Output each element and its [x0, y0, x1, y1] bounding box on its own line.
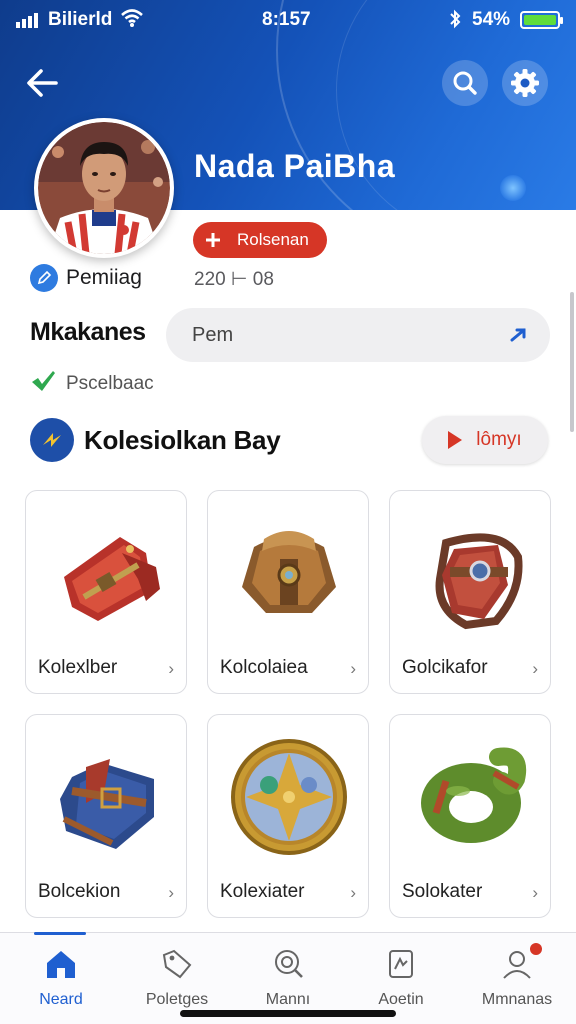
search-pill-input[interactable]: Pem	[166, 308, 550, 362]
clock: 8:157	[262, 9, 311, 30]
bluetooth-icon	[448, 9, 462, 35]
checkmark-icon	[30, 368, 56, 399]
header-glow	[500, 175, 526, 201]
nav-item-activity[interactable]: Aoetin	[346, 943, 456, 1009]
nav-item-profile[interactable]: Mmnanas	[462, 943, 572, 1009]
red-gauntlet-icon	[435, 533, 523, 630]
card-name: Solokater	[402, 881, 483, 902]
green-ring-icon	[421, 747, 527, 843]
search-icon	[453, 71, 477, 95]
collection-card[interactable]: Bolcekion ›	[25, 714, 187, 918]
wifi-icon	[120, 8, 144, 34]
avatar[interactable]	[34, 118, 174, 258]
collection-header: Kolesiolkan Bay	[30, 418, 281, 462]
plus-icon	[201, 228, 225, 252]
play-button[interactable]: lômyı	[422, 416, 548, 464]
chevron-right-icon: ›	[168, 659, 174, 678]
collection-card[interactable]: Kolcolaiea ›	[207, 490, 369, 694]
card-name: Kolexiater	[220, 881, 305, 902]
nav-item-tags[interactable]: Poletges	[122, 943, 232, 1009]
collection-card[interactable]: Kolexiater ›	[207, 714, 369, 918]
pill-input-value: Pem	[192, 323, 234, 346]
card-name: Kolcolaiea	[220, 657, 308, 678]
role-badge-label: Rolsenan	[237, 230, 309, 249]
chevron-right-icon: ›	[350, 883, 356, 902]
chevron-right-icon: ›	[168, 883, 174, 902]
blue-vest-icon	[60, 759, 154, 849]
card-name: Bolcekion	[38, 881, 121, 902]
settings-button[interactable]	[502, 60, 548, 106]
nav-label: Mannı	[265, 991, 311, 1008]
card-name: Kolexlber	[38, 657, 118, 678]
nav-label: Poletges	[145, 991, 209, 1008]
document-icon	[346, 943, 456, 985]
collection-card[interactable]: Kolexlber ›	[25, 490, 187, 694]
verified-label: Pemiiag	[66, 266, 142, 289]
nav-label: Neard	[39, 991, 83, 1008]
nav-label: Aoetin	[378, 991, 424, 1008]
nav-item-home[interactable]: Neard	[6, 943, 116, 1009]
tag-icon	[122, 943, 232, 985]
play-icon	[448, 431, 463, 449]
gear-icon	[511, 69, 539, 97]
status-check-label: Pscelbaac	[66, 372, 154, 394]
play-button-label: lômyı	[476, 429, 522, 450]
chevron-right-icon	[508, 324, 528, 350]
status-bar: Bilierld 8:157 54%	[0, 0, 576, 40]
battery-icon	[520, 11, 563, 29]
chevron-right-icon: ›	[532, 659, 538, 678]
notification-dot	[530, 943, 542, 955]
back-button[interactable]	[22, 62, 64, 104]
collection-card[interactable]: Solokater ›	[389, 714, 551, 918]
profile-name: Nada PaiBha	[194, 148, 396, 184]
edit-pencil-icon	[30, 264, 58, 292]
red-scarf-icon	[64, 537, 160, 621]
battery-percent: 54%	[472, 9, 511, 30]
battery-level	[524, 15, 557, 25]
collection-card[interactable]: Golcikafor ›	[389, 490, 551, 694]
signal-icon	[16, 12, 42, 34]
active-tab-indicator	[34, 932, 86, 935]
search-button[interactable]	[442, 60, 488, 106]
verified-row[interactable]: Pemiiag	[30, 264, 142, 292]
nav-item-search[interactable]: Mannı	[233, 943, 343, 1009]
nav-label: Mmnanas	[481, 991, 553, 1008]
profile-icon	[462, 943, 572, 985]
magnifier-icon	[233, 943, 343, 985]
home-indicator[interactable]	[180, 1010, 396, 1017]
collection-title: Kolesiolkan Bay	[84, 424, 281, 455]
collection-logo-icon	[30, 418, 74, 462]
role-badge[interactable]: Rolsenan	[193, 222, 327, 258]
status-check-row: Pscelbaac	[30, 368, 154, 399]
chevron-right-icon: ›	[532, 883, 538, 902]
profile-stat: 220 ⊢ 08	[194, 269, 274, 290]
home-icon	[6, 943, 116, 985]
back-arrow-icon	[27, 69, 58, 97]
chevron-right-icon: ›	[350, 659, 356, 678]
leather-shoulder-armor-icon	[242, 531, 336, 613]
scrollbar[interactable]	[570, 292, 574, 432]
carrier-name: Bilierld	[48, 9, 113, 30]
golden-shield-icon	[231, 739, 347, 855]
section-label: Mkakanes	[30, 318, 146, 346]
card-name: Golcikafor	[402, 657, 488, 678]
